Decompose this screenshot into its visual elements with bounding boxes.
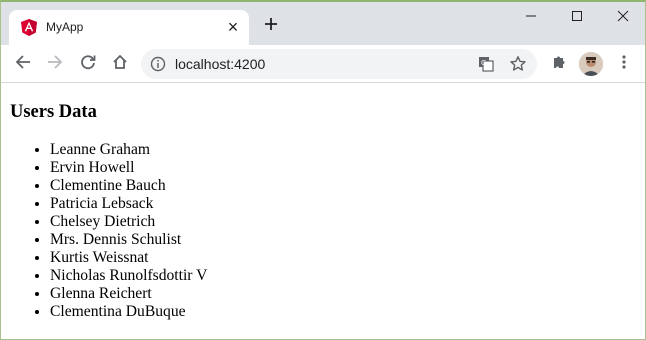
tab-strip: MyApp × <box>1 2 645 45</box>
tab-myapp[interactable]: MyApp × <box>9 10 249 45</box>
home-button[interactable] <box>108 52 132 76</box>
address-bar[interactable]: localhost:4200 G <box>141 49 537 79</box>
list-item: Clementina DuBuque <box>50 303 207 321</box>
arrow-left-icon <box>15 54 31 75</box>
back-button[interactable] <box>11 52 35 76</box>
list-item: Kurtis Weissnat <box>50 249 207 267</box>
list-item: Leanne Graham <box>50 141 207 159</box>
profile-avatar[interactable] <box>579 52 603 76</box>
reload-icon <box>80 54 96 75</box>
kebab-menu-icon <box>622 54 626 75</box>
list-item: Patricia Lebsack <box>50 195 207 213</box>
list-item: Glenna Reichert <box>50 285 207 303</box>
list-item: Clementine Bauch <box>50 177 207 195</box>
maximize-icon <box>571 9 583 27</box>
tab-title: MyApp <box>46 20 84 34</box>
puzzle-icon <box>551 54 567 75</box>
reload-button[interactable] <box>76 52 100 76</box>
arrow-right-icon <box>47 54 63 75</box>
browser-window: MyApp × localhost:4200 G Users Data • Le… <box>0 0 646 340</box>
forward-button[interactable] <box>43 52 67 76</box>
plus-icon <box>264 17 278 36</box>
browser-menu-button[interactable] <box>612 52 636 76</box>
tab-close-button[interactable]: × <box>224 18 242 36</box>
star-icon[interactable] <box>509 55 527 73</box>
page-title: Users Data <box>10 102 97 122</box>
users-list: Leanne Graham Ervin Howell Clementine Ba… <box>1 141 207 321</box>
browser-toolbar: localhost:4200 G <box>1 45 645 83</box>
home-icon <box>112 54 128 75</box>
close-icon <box>617 9 629 27</box>
minimize-button[interactable] <box>516 8 546 28</box>
url-text: localhost:4200 <box>175 56 266 72</box>
maximize-button[interactable] <box>562 8 592 28</box>
translate-icon[interactable]: G <box>478 56 494 72</box>
window-close-button[interactable] <box>608 8 638 28</box>
extensions-button[interactable] <box>547 52 571 76</box>
list-item: Chelsey Dietrich <box>50 213 207 231</box>
angular-logo-icon <box>21 19 37 36</box>
page-content: Users Data Leanne Graham Ervin Howell Cl… <box>1 83 645 339</box>
new-tab-button[interactable] <box>261 16 281 36</box>
list-item: Mrs. Dennis Schulist <box>50 231 207 249</box>
list-item: Ervin Howell <box>50 159 207 177</box>
minimize-icon <box>525 9 537 27</box>
svg-text:G: G <box>481 59 486 67</box>
list-item: Nicholas Runolfsdottir V <box>50 267 207 285</box>
info-icon[interactable] <box>150 56 166 72</box>
